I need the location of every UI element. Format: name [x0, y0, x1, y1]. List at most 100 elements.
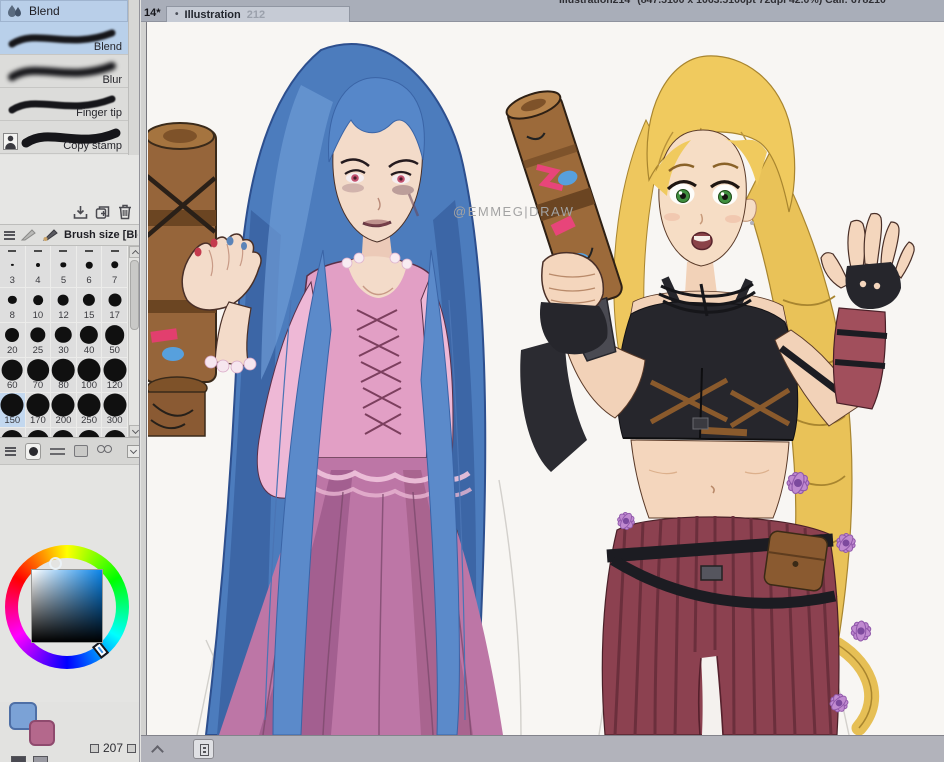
brush-size-value: 70	[32, 380, 44, 391]
radio-button-icon[interactable]	[24, 442, 42, 460]
brush-size-cell[interactable]: 15	[76, 288, 103, 323]
brush-size-cell[interactable]: 10	[25, 288, 52, 323]
tab-label: Illustration	[184, 8, 241, 21]
brush-size-panel-tabs: Brush size [Blend	[0, 224, 139, 246]
brush-size-value: 17	[109, 310, 120, 321]
brush-size-cell[interactable]: 150	[0, 393, 26, 428]
brush-size-cell[interactable]: 4	[25, 253, 52, 288]
document-tab[interactable]: • Illustration 212	[166, 6, 350, 22]
canvas-area: Illustration214* (847.5100 x 1063.5100pt…	[141, 0, 944, 762]
brush-size-value: 40	[83, 345, 95, 356]
box-icon[interactable]	[73, 445, 88, 457]
brush-size-dot	[55, 326, 72, 344]
brush-size-dot	[1, 359, 23, 381]
brush-size-grid: 3 4 5 6 7 8 10 12 15 17 20 25 30 40 50 60 70 80 100 120 150 1…	[0, 253, 128, 428]
brush-size-cell[interactable]: 40	[76, 323, 103, 358]
brush-size-dot	[27, 359, 49, 381]
subtool-item-label: Blend	[93, 41, 122, 53]
brush-size-cell[interactable]: 5	[51, 253, 77, 288]
brush-size-dot	[26, 393, 50, 417]
panel-toggle-icon[interactable]	[193, 739, 214, 759]
brush-size-cell[interactable]: 170	[25, 393, 52, 428]
brush-size-cell[interactable]: 300	[102, 393, 128, 428]
scroll-up-icon[interactable]	[129, 246, 139, 258]
subtool-item-finger-tip[interactable]: Finger tip	[0, 88, 128, 121]
brush-size-cell[interactable]: 70	[25, 358, 52, 393]
artist-watermark: @EMMEG|DRAW	[453, 204, 574, 219]
chevron-up-icon[interactable]	[151, 745, 164, 758]
brush-size-cell[interactable]: 7	[102, 253, 128, 288]
artwork-canvas[interactable]: @EMMEG|DRAW	[148, 22, 944, 735]
subtool-item-label: Copy stamp	[63, 140, 122, 152]
subtool-scrollbar[interactable]	[128, 0, 139, 155]
sub-swatch[interactable]	[11, 756, 26, 762]
chevron-down-icon[interactable]	[127, 444, 139, 458]
brush-size-cell[interactable]: 200	[51, 393, 77, 428]
brush-size-value: 30	[58, 345, 69, 356]
brush-size-dot	[77, 358, 101, 382]
brush-size-cell[interactable]: 17	[102, 288, 128, 323]
brush-size-cell[interactable]: 30	[51, 323, 77, 358]
brush-size-dot	[0, 393, 24, 417]
panel-spacer	[0, 155, 139, 200]
brush-size-value: 8	[9, 310, 15, 321]
menu-icon[interactable]	[4, 230, 15, 240]
import-icon[interactable]	[73, 205, 88, 220]
brush-size-grid-wrap: 3 4 5 6 7 8 10 12 15 17 20 25 30 40 50 60 70 80 100 120 150 1…	[0, 246, 139, 437]
brush-size-cell[interactable]: 8	[0, 288, 26, 323]
subtool-item-blend[interactable]: Blend	[0, 22, 128, 55]
subtool-item-label: Finger tip	[76, 107, 122, 119]
brush-size-row-clipped-top	[0, 246, 128, 253]
brush-size-cell[interactable]: 20	[0, 323, 26, 358]
brush-size-value: 15	[83, 310, 95, 321]
scrollbar-thumb[interactable]	[130, 260, 139, 330]
brush-size-dot	[85, 261, 93, 269]
brush-size-cell[interactable]: 60	[0, 358, 26, 393]
brush-size-dot	[104, 325, 125, 345]
sliders-icon[interactable]	[50, 446, 65, 457]
brush-size-dot	[11, 263, 14, 267]
subtool-header[interactable]: Blend	[0, 0, 128, 22]
sub-swatch[interactable]	[33, 756, 48, 762]
document-tab-bar: Illustration214* (847.5100 x 1063.5100pt…	[141, 0, 944, 22]
trash-icon[interactable]	[118, 204, 132, 220]
brush-size-dot	[79, 325, 99, 345]
brush-size-value: 120	[106, 380, 123, 391]
brush-tab-icon[interactable]	[42, 228, 59, 242]
brush-size-cell[interactable]: 120	[102, 358, 128, 393]
duplicate-icon[interactable]	[95, 205, 111, 220]
subtool-item-blur[interactable]: Blur	[0, 55, 128, 88]
brush-size-dot	[33, 295, 43, 305]
blend-tool-icon	[8, 5, 21, 17]
brush-size-dot	[52, 358, 75, 382]
hue-marker[interactable]	[91, 640, 110, 659]
menu-icon[interactable]	[5, 446, 16, 456]
hue-ring[interactable]	[5, 545, 129, 669]
scroll-down-icon[interactable]	[129, 425, 139, 437]
brush-size-value: 3	[9, 275, 15, 286]
brush-size-cell[interactable]: 3	[0, 253, 26, 288]
brush-size-dot	[103, 393, 127, 417]
tab-fragment[interactable]: 14*	[144, 7, 161, 19]
saturation-value-square[interactable]	[31, 569, 103, 643]
brush-size-cell[interactable]: 6	[76, 253, 103, 288]
brush-size-cell[interactable]: 50	[102, 323, 128, 358]
brush-size-cell[interactable]: 25	[25, 323, 52, 358]
brush-size-scrollbar[interactable]	[128, 246, 139, 437]
pen-tab-icon[interactable]	[20, 228, 37, 242]
stamp-icon	[3, 133, 18, 150]
brush-size-value: 6	[86, 275, 92, 286]
brush-size-cell[interactable]: 250	[76, 393, 103, 428]
pins-icon[interactable]	[96, 445, 113, 457]
brush-size-cell[interactable]: 12	[51, 288, 77, 323]
brush-size-value: 300	[106, 415, 123, 426]
hsv-readout: 207 47 77	[90, 740, 139, 756]
sv-cursor[interactable]	[49, 557, 62, 570]
subtool-item-copy-stamp[interactable]: Copy stamp	[0, 121, 128, 154]
brush-size-value: 80	[58, 380, 69, 391]
brush-size-dot	[103, 358, 127, 382]
brush-size-cell[interactable]: 80	[51, 358, 77, 393]
subtool-item-label: Blur	[102, 74, 122, 86]
brush-size-cell[interactable]: 100	[76, 358, 103, 393]
secondary-color-swatch[interactable]	[29, 720, 55, 746]
